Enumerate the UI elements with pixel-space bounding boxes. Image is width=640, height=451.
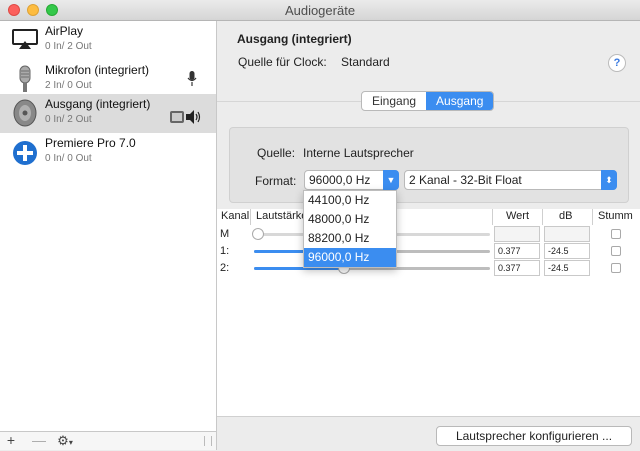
chevron-down-icon: ▼	[383, 170, 399, 190]
column-header-mute: Stumm	[598, 210, 633, 222]
device-channels: 0 In/ 0 Out	[45, 153, 92, 164]
menu-item-88200[interactable]: 88200,0 Hz	[304, 229, 396, 248]
sidebar-toolbar: + — ⚙▾	[0, 431, 216, 450]
sample-rate-menu: 44100,0 Hz 48000,0 Hz 88200,0 Hz 96000,0…	[303, 190, 397, 268]
channel-table-header: Kanal Lautstärke Wert dB Stumm	[217, 209, 640, 226]
column-divider	[250, 209, 251, 225]
finder-default-icon	[170, 111, 184, 126]
configure-speakers-button[interactable]: Lautsprecher konfigurieren ...	[436, 426, 632, 446]
slider-knob[interactable]	[252, 228, 264, 240]
channel-label: M	[220, 228, 230, 240]
input-mic-icon	[187, 71, 197, 90]
mute-checkbox[interactable]	[611, 263, 621, 273]
window-title: Audiogeräte	[284, 3, 356, 18]
mute-checkbox[interactable]	[611, 229, 621, 239]
clock-source-label: Quelle für Clock:	[238, 55, 327, 69]
value-field[interactable]: 0.377	[494, 260, 540, 276]
column-header-value: Wert	[506, 210, 530, 222]
device-item-airplay[interactable]: AirPlay 0 In/ 2 Out	[0, 21, 216, 60]
device-channels: 2 In/ 0 Out	[45, 80, 92, 91]
device-channels: 0 In/ 2 Out	[45, 41, 92, 52]
gear-icon: ⚙	[57, 433, 69, 448]
format-group	[229, 127, 629, 203]
speaker-icon	[12, 98, 38, 128]
channel-label: 2:	[220, 262, 230, 274]
add-device-button[interactable]: +	[2, 432, 20, 450]
source-value: Interne Lautsprecher	[303, 146, 414, 160]
plus-circle-icon	[12, 137, 38, 167]
db-field[interactable]: -24.5	[544, 260, 590, 276]
device-name: Premiere Pro 7.0	[45, 136, 136, 150]
device-name: Mikrofon (integriert)	[45, 63, 150, 77]
sample-rate-popup[interactable]: 96000,0 Hz ▼	[304, 170, 399, 190]
device-detail-panel: Ausgang (integriert) Quelle für Clock: S…	[217, 21, 640, 451]
db-field[interactable]: -24.5	[544, 243, 590, 259]
column-divider	[542, 209, 543, 225]
menu-item-48000[interactable]: 48000,0 Hz	[304, 210, 396, 229]
channel-label: 1:	[220, 245, 230, 257]
help-button[interactable]: ?	[608, 54, 626, 72]
clock-source-value[interactable]: Standard	[341, 55, 390, 69]
db-field	[544, 226, 590, 242]
title-bar: Audiogeräte	[0, 0, 640, 21]
device-name: Ausgang (integriert)	[45, 97, 151, 111]
gear-menu-button[interactable]: ⚙▾	[52, 432, 78, 450]
channel-format-popup[interactable]: 2 Kanal - 32-Bit Float ⬍	[404, 170, 617, 190]
resize-handle[interactable]	[204, 436, 212, 446]
direction-tabs: Eingang Ausgang	[361, 91, 495, 111]
format-label: Format:	[255, 174, 297, 188]
channel-format-value: 2 Kanal - 32-Bit Float	[409, 173, 522, 187]
column-divider	[492, 209, 493, 225]
column-divider	[592, 209, 593, 225]
tab-input[interactable]: Eingang	[362, 92, 426, 110]
bottom-bar: Lautsprecher konfigurieren ...	[217, 416, 640, 451]
column-header-db: dB	[559, 210, 573, 222]
menu-item-44100[interactable]: 44100,0 Hz	[304, 191, 396, 210]
value-field[interactable]: 0.377	[494, 243, 540, 259]
remove-device-button[interactable]: —	[30, 432, 48, 450]
channel-table: M 1: 0.377 -24.5 2: 0.377 -24.5	[217, 225, 640, 416]
tab-output[interactable]: Ausgang	[426, 92, 494, 110]
device-name: AirPlay	[45, 24, 84, 38]
speaker-output-icon	[186, 110, 202, 127]
updown-arrows-icon: ⬍	[601, 170, 617, 190]
value-field	[494, 226, 540, 242]
menu-item-96000[interactable]: 96000,0 Hz	[304, 248, 396, 267]
device-list: AirPlay 0 In/ 2 Out Mikrofon (integriert…	[0, 21, 217, 450]
device-channels: 0 In/ 2 Out	[45, 114, 92, 125]
mute-checkbox[interactable]	[611, 246, 621, 256]
sample-rate-value: 96000,0 Hz	[309, 173, 371, 187]
column-header-volume: Lautstärke	[256, 210, 308, 222]
device-item-output[interactable]: Ausgang (integriert) 0 In/ 2 Out	[0, 94, 216, 133]
microphone-icon	[12, 64, 38, 94]
device-item-premiere[interactable]: Premiere Pro 7.0 0 In/ 0 Out	[0, 133, 216, 172]
column-header-channel: Kanal	[221, 210, 250, 222]
airplay-icon	[12, 25, 38, 55]
source-label: Quelle:	[257, 146, 296, 160]
chevron-down-icon: ▾	[68, 438, 73, 447]
device-title: Ausgang (integriert)	[237, 32, 352, 46]
